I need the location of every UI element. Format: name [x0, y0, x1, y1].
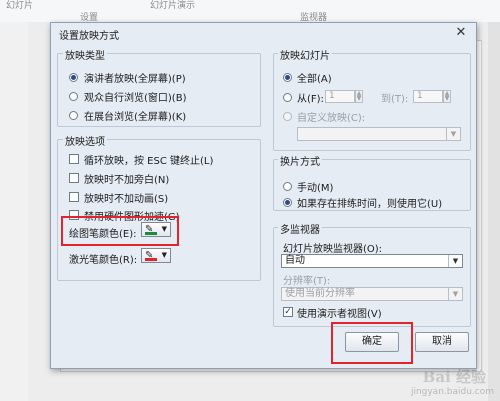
to-spinner[interactable]: ▲ ▼	[443, 90, 451, 103]
radio-from-slides[interactable]	[283, 93, 292, 102]
radio-all-slides[interactable]	[283, 73, 292, 82]
laser-color-swatch	[145, 258, 157, 261]
checkbox-no-narration-label[interactable]: 放映时不加旁白(N)	[84, 171, 169, 186]
radio-presenter-label[interactable]: 演讲者放映(全屏幕)(P)	[84, 70, 186, 85]
checkbox-presenter-view[interactable]: ✓	[283, 307, 293, 317]
setup-show-dialog: 设置放映方式 ✕ 放映类型 演讲者放映(全屏幕)(P) 观众自行浏览(窗口)(B…	[50, 22, 477, 369]
from-label[interactable]: 从(F):	[297, 90, 324, 105]
close-icon[interactable]: ✕	[452, 25, 470, 41]
radio-presenter[interactable]	[69, 73, 78, 82]
dialog-title: 设置放映方式	[59, 31, 119, 42]
chevron-down-icon: ▼	[448, 288, 462, 300]
monitor-select-value: 自动	[285, 255, 305, 266]
watermark-logo: Bai 经验	[422, 368, 486, 386]
checkbox-presenter-view-label[interactable]: 使用演示者视图(V)	[297, 305, 382, 320]
radio-kiosk-label[interactable]: 在展台浏览(全屏幕)(K)	[84, 108, 186, 123]
resolution-label: 分辨率(T):	[283, 276, 331, 287]
radio-window-label[interactable]: 观众自行浏览(窗口)(B)	[84, 89, 186, 104]
chevron-down-icon: ▼	[448, 255, 462, 267]
show-type-label: 放映类型	[63, 47, 107, 62]
radio-use-timings-label[interactable]: 如果存在排练时间，则使用它(U)	[297, 195, 442, 210]
monitors-label: 多监视器	[278, 221, 322, 236]
custom-show-select[interactable]: ▼	[297, 127, 461, 141]
checkbox-loop-label[interactable]: 循环放映，按 ESC 键终止(L)	[84, 152, 213, 167]
checkbox-no-animation-label[interactable]: 放映时不加动画(S)	[84, 190, 168, 205]
bg-ribbon-item: 幻灯片演示	[150, 1, 196, 11]
to-input[interactable]: 1	[413, 90, 443, 103]
radio-kiosk[interactable]	[69, 111, 78, 120]
monitor-label: 幻灯片放映监视器(O):	[283, 244, 383, 255]
background-scrollbar[interactable]	[488, 22, 500, 401]
background-slide-pane	[0, 22, 29, 401]
radio-use-timings[interactable]	[283, 198, 292, 207]
advance-label: 换片方式	[278, 153, 322, 168]
radio-manual-label[interactable]: 手动(M)	[297, 179, 333, 194]
resolution-select[interactable]: 使用当前分辨率 ▼	[281, 287, 463, 301]
monitor-select[interactable]: 自动 ▼	[281, 254, 463, 268]
cancel-button[interactable]: 取消	[415, 332, 469, 352]
pen-color-label: 绘图笔颜色(E):	[69, 229, 137, 240]
laser-color-button[interactable]: ✎ ▼	[141, 248, 171, 263]
resolution-select-value: 使用当前分辨率	[285, 288, 355, 299]
pen-color-button[interactable]: ✎ ▼	[141, 222, 171, 237]
radio-window[interactable]	[69, 92, 78, 101]
slides-label: 放映幻灯片	[278, 47, 332, 62]
chevron-down-icon: ▼	[446, 128, 460, 140]
ok-button[interactable]: 确定	[345, 332, 399, 352]
to-label: 到(T):	[381, 94, 409, 105]
checkbox-no-animation[interactable]	[69, 192, 79, 202]
show-options-label: 放映选项	[63, 133, 107, 148]
checkbox-no-narration[interactable]	[69, 173, 79, 183]
watermark-text: jingyan.baidu.com	[410, 387, 494, 397]
checkbox-loop[interactable]	[69, 154, 79, 164]
chevron-down-icon: ▼	[161, 225, 167, 233]
bg-ribbon-item: 幻灯片	[6, 1, 34, 11]
radio-manual[interactable]	[283, 182, 292, 191]
chevron-down-icon: ▼	[161, 251, 167, 259]
custom-show-label: 自定义放映(C):	[297, 113, 366, 124]
laser-color-label: 激光笔颜色(R):	[69, 255, 138, 266]
background-ribbon: 幻灯片 幻灯片演示 设置 监视器	[0, 0, 500, 23]
radio-custom-show[interactable]	[283, 112, 292, 121]
from-input[interactable]: 1	[325, 90, 355, 103]
pen-color-swatch	[145, 232, 157, 235]
from-spinner[interactable]: ▲ ▼	[355, 90, 363, 103]
radio-all-slides-label[interactable]: 全部(A)	[297, 70, 332, 85]
